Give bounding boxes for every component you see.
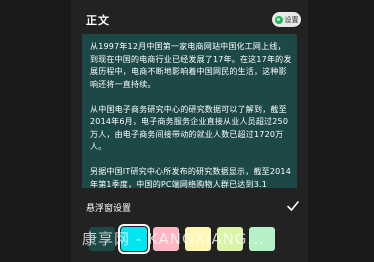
paragraph: 从1997年12月中国第一家电商网站中国化工网上线，到现在中国的电商行业已经发展… — [90, 42, 292, 89]
swatch-yellow[interactable] — [185, 227, 211, 251]
header: 正文 设置 — [71, 0, 308, 38]
swatch-cyan[interactable] — [118, 224, 150, 254]
check-icon[interactable] — [286, 199, 300, 213]
float-settings-bar: 悬浮窗设置 — [71, 196, 308, 220]
swatch-teal[interactable] — [89, 227, 115, 251]
paragraph: 从中国电子商务研究中心的研究数据可以了解到，截至2014年6月，电子商务服务企业… — [90, 104, 289, 152]
body-text-box[interactable]: 从1997年12月中国第一家电商网站中国化工网上线，到现在中国的电商行业已经发展… — [82, 34, 297, 188]
settings-label: 设置 — [284, 15, 299, 24]
color-swatch-row — [71, 222, 308, 262]
float-settings-title: 悬浮窗设置 — [86, 204, 132, 214]
swatch-pink[interactable] — [153, 227, 179, 251]
paragraph: 另据中国IT研究中心所发布的研究数据显示，截至2014年第1季度，中国的PC端网… — [90, 167, 292, 188]
swatch-mint[interactable] — [249, 227, 275, 251]
settings-icon — [274, 15, 283, 24]
page-title: 正文 — [86, 14, 110, 27]
reader-panel: 正文 设置 从1997年12月中国第一家电商网站中国化工网上线，到现在中国的电商… — [71, 0, 308, 262]
swatch-lime[interactable] — [217, 227, 243, 251]
body-text: 从1997年12月中国第一家电商网站中国化工网上线，到现在中国的电商行业已经发展… — [90, 41, 293, 188]
settings-button[interactable]: 设置 — [272, 12, 301, 27]
